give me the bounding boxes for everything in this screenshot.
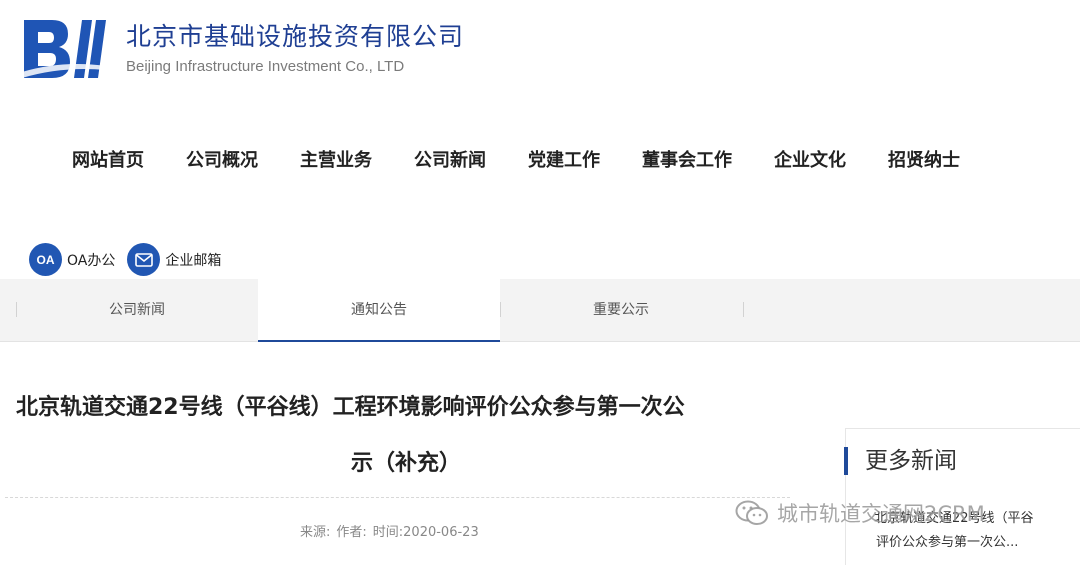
nav-item-home[interactable]: 网站首页 bbox=[51, 147, 165, 175]
nav-item-company-news[interactable]: 公司新闻 bbox=[393, 147, 507, 175]
tab-important-publicity[interactable]: 重要公示 bbox=[500, 279, 742, 342]
tab-company-news[interactable]: 公司新闻 bbox=[16, 279, 258, 342]
company-logo[interactable]: 北京市基础设施投资有限公司 Beijing Infrastructure Inv… bbox=[22, 14, 464, 84]
oa-office-link[interactable]: OA OA办公 bbox=[29, 243, 115, 276]
nav-item-company-overview[interactable]: 公司概况 bbox=[165, 147, 279, 175]
oa-icon: OA bbox=[29, 243, 62, 276]
company-name-en: Beijing Infrastructure Investment Co., L… bbox=[126, 58, 405, 75]
article-time: 时间:2020-06-23 bbox=[372, 525, 479, 540]
nav-item-main-business[interactable]: 主营业务 bbox=[279, 147, 393, 175]
mail-icon bbox=[127, 243, 161, 276]
tab-divider bbox=[743, 302, 744, 317]
more-news-item-line-2: 评价公众参与第一次公... bbox=[876, 535, 1019, 550]
article-title: 北京轨道交通22号线（平谷线）工程环境影响评价公众参与第一次公 示（补充） bbox=[16, 380, 796, 492]
nav-item-board-work[interactable]: 董事会工作 bbox=[621, 147, 753, 175]
main-nav: 网站首页 公司概况 主营业务 公司新闻 党建工作 董事会工作 企业文化 招贤纳士 bbox=[51, 147, 981, 175]
oa-office-label: OA办公 bbox=[67, 252, 116, 269]
more-news-item[interactable]: 北京轨道交通22号线（平谷 评价公众参与第一次公... bbox=[846, 507, 1080, 555]
nav-item-recruitment[interactable]: 招贤纳士 bbox=[867, 147, 981, 175]
more-news-panel: 更多新闻 北京轨道交通22号线（平谷 评价公众参与第一次公... bbox=[844, 428, 1080, 565]
article-title-line-1: 北京轨道交通22号线（平谷线）工程环境影响评价公众参与第一次公 bbox=[16, 395, 685, 420]
company-name-cn: 北京市基础设施投资有限公司 bbox=[126, 22, 465, 51]
article-source: 来源: bbox=[300, 525, 331, 540]
enterprise-mail-label: 企业邮箱 bbox=[165, 252, 222, 269]
bii-logo-icon bbox=[22, 14, 106, 84]
nav-item-corporate-culture[interactable]: 企业文化 bbox=[753, 147, 867, 175]
article-title-line-2: 示（补充） bbox=[350, 451, 461, 476]
article-author: 作者: bbox=[336, 525, 367, 540]
more-news-title: 更多新闻 bbox=[844, 447, 957, 475]
tab-notices[interactable]: 通知公告 bbox=[258, 279, 500, 342]
quick-links: OA OA办公 企业邮箱 bbox=[29, 243, 233, 276]
enterprise-mail-link[interactable]: 企业邮箱 bbox=[127, 243, 221, 276]
wechat-icon bbox=[735, 500, 768, 525]
sub-nav: 公司新闻 通知公告 重要公示 bbox=[0, 279, 1080, 342]
article-divider bbox=[5, 497, 790, 498]
article-meta: 来源: 作者: 时间:2020-06-23 bbox=[300, 521, 485, 540]
nav-item-party-building[interactable]: 党建工作 bbox=[507, 147, 621, 175]
more-news-item-line-1: 北京轨道交通22号线（平谷 bbox=[874, 511, 1034, 526]
